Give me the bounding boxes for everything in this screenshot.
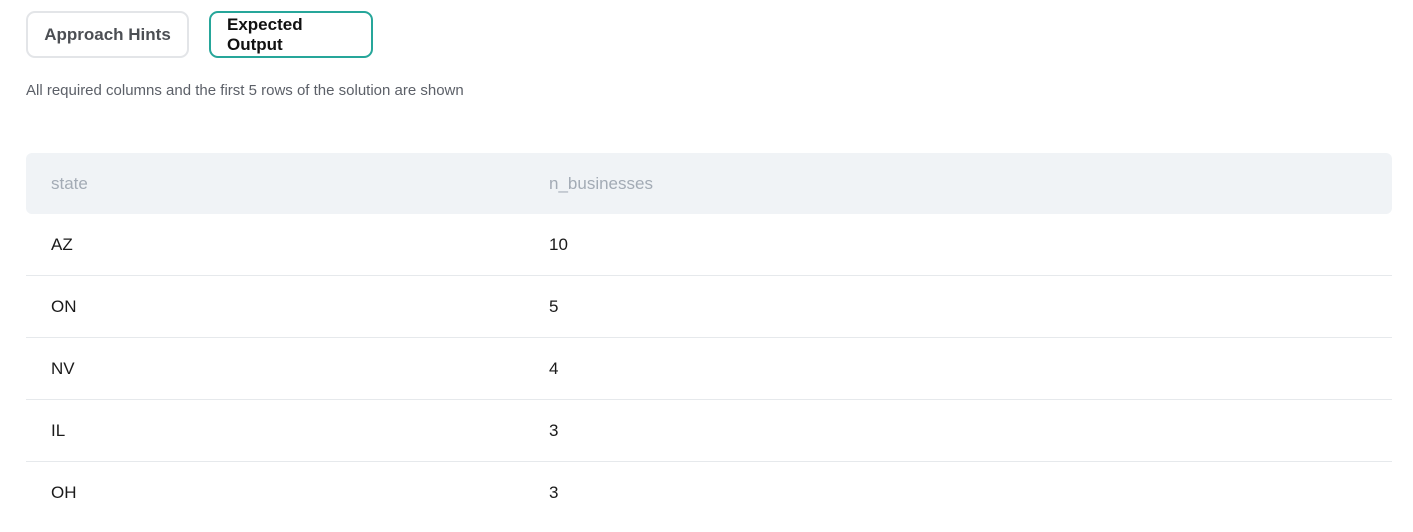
- cell-n-businesses: 10: [549, 234, 568, 254]
- cell-state: AZ: [51, 234, 73, 254]
- cell-n-businesses: 4: [549, 358, 559, 378]
- cell-state: IL: [51, 420, 66, 440]
- table-row: IL 3: [26, 400, 1392, 462]
- tab-approach-hints[interactable]: Approach Hints: [26, 11, 189, 58]
- output-table: state n_businesses AZ 10 ON 5 NV 4 IL 3 …: [26, 153, 1392, 524]
- cell-state: OH: [51, 483, 77, 502]
- column-header-n-businesses: n_businesses: [549, 173, 653, 193]
- cell-n-businesses: 3: [549, 420, 559, 440]
- cell-state: NV: [51, 358, 75, 378]
- table-header: state n_businesses: [26, 153, 1392, 214]
- tab-bar: Approach Hints Expected Output: [26, 11, 373, 58]
- cell-state: ON: [51, 296, 77, 316]
- cell-n-businesses: 3: [549, 483, 559, 502]
- cell-n-businesses: 5: [549, 296, 559, 316]
- table-row: AZ 10: [26, 214, 1392, 276]
- column-header-state: state: [51, 173, 88, 193]
- expected-output-panel: Approach Hints Expected Output All requi…: [0, 0, 1413, 532]
- table-row: ON 5: [26, 276, 1392, 338]
- table-row: OH 3: [26, 462, 1392, 524]
- output-description: All required columns and the first 5 row…: [26, 82, 464, 99]
- table-row: NV 4: [26, 338, 1392, 400]
- tab-expected-output[interactable]: Expected Output: [209, 11, 373, 58]
